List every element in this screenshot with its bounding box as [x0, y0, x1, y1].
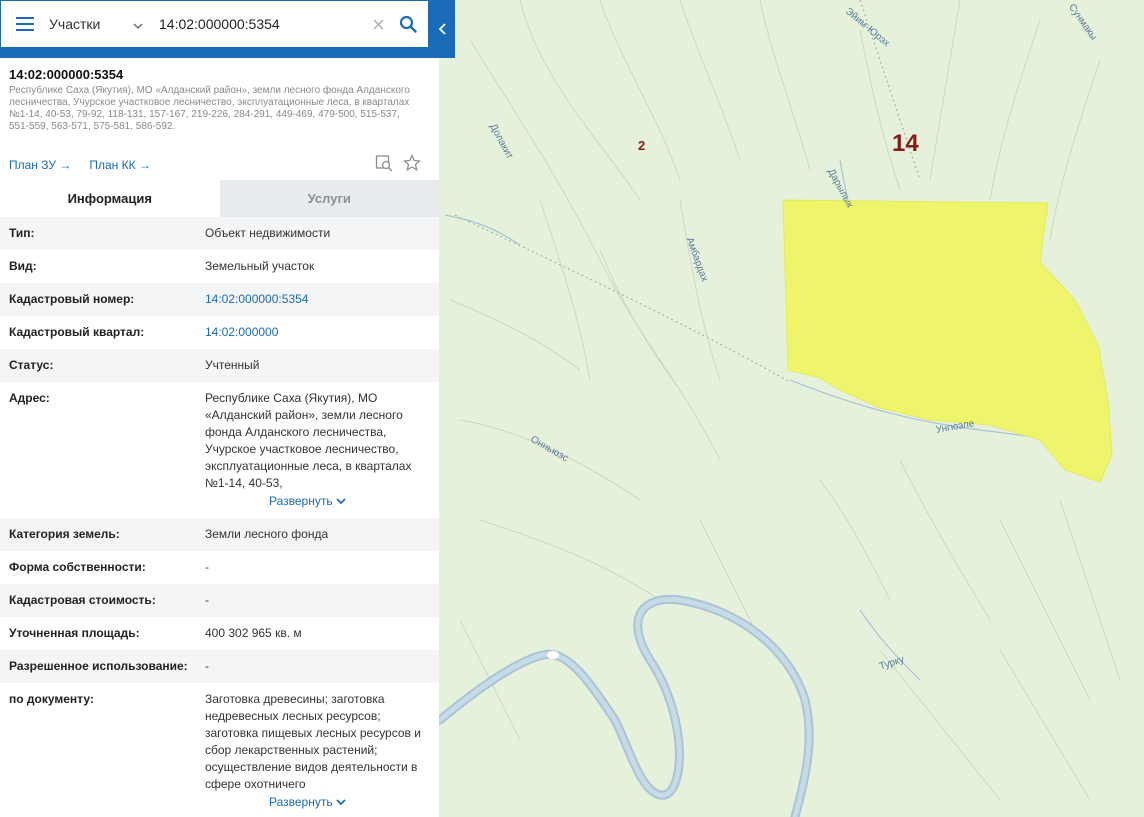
- hamburger-icon: [16, 17, 34, 31]
- row-value: Заготовка древесины; заготовка недревесн…: [205, 692, 421, 791]
- row-value: 400 302 965 кв. м: [205, 626, 302, 640]
- row-key: Форма собственности:: [9, 560, 146, 574]
- quarter-label-small: 2: [638, 138, 646, 153]
- expand-label: Развернуть: [269, 494, 333, 508]
- row-value: -: [205, 659, 209, 673]
- row-value: -: [205, 560, 209, 574]
- search-input[interactable]: [149, 9, 359, 39]
- panel-icons: [375, 153, 422, 177]
- address-value-wrap: Республике Саха (Якутия), МО «Алданский …: [205, 390, 421, 510]
- cadastral-quarter-link[interactable]: 14:02:000000: [205, 324, 421, 341]
- collapse-panel-button[interactable]: [429, 0, 455, 58]
- plan-links: План ЗУ → План КК →: [9, 158, 151, 172]
- object-title: 14:02:000000:5354: [9, 67, 124, 82]
- table-row: Кадастровая стоимость: -: [0, 584, 439, 617]
- search-button[interactable]: [388, 0, 428, 48]
- document-value-wrap: Заготовка древесины; заготовка недревесн…: [205, 691, 421, 811]
- info-panel: 14:02:000000:5354 Республике Саха (Якути…: [0, 58, 439, 817]
- row-value: Объект недвижимости: [205, 226, 331, 240]
- row-key: Статус:: [9, 358, 54, 372]
- row-key: Разрешенное использование:: [9, 659, 188, 673]
- expand-label: Развернуть: [269, 795, 333, 809]
- star-icon[interactable]: [402, 153, 422, 177]
- table-row: Тип: Объект недвижимости: [0, 217, 439, 250]
- chevron-down-icon: [336, 498, 346, 505]
- layer-select[interactable]: Участки: [49, 16, 149, 32]
- map-zoom-icon[interactable]: [375, 154, 393, 177]
- tab-services[interactable]: Услуги: [219, 180, 439, 217]
- expand-document-button[interactable]: Развернуть: [269, 794, 421, 811]
- row-value: Республике Саха (Якутия), МО «Алданский …: [205, 391, 412, 490]
- tab-bar: Информация Услуги: [0, 180, 439, 217]
- table-row: Кадастровый номер: 14:02:000000:5354: [0, 283, 439, 316]
- row-value: Земельный участок: [205, 259, 315, 273]
- river-island: [547, 651, 559, 659]
- row-key: Категория земель:: [9, 527, 120, 541]
- close-icon: [373, 19, 383, 29]
- plan-zu-link[interactable]: План ЗУ →: [9, 158, 71, 172]
- row-key: Уточненная площадь:: [9, 626, 140, 640]
- table-row: Статус: Учтенный: [0, 349, 439, 382]
- table-row: Адрес: Республике Саха (Якутия), МО «Алд…: [0, 382, 439, 518]
- table-row: Форма собственности: -: [0, 551, 439, 584]
- clear-search-button[interactable]: [368, 19, 388, 30]
- chevron-down-icon: [336, 799, 346, 806]
- table-row: Вид: Земельный участок: [0, 250, 439, 283]
- row-value: -: [205, 593, 209, 607]
- row-key: Кадастровая стоимость:: [9, 593, 156, 607]
- search-icon: [399, 15, 417, 33]
- row-key: Адрес:: [9, 391, 50, 405]
- row-key: Тип:: [9, 226, 35, 240]
- row-value: Земли лесного фонда: [205, 527, 329, 541]
- attributes-table: Тип: Объект недвижимости Вид: Земельный …: [0, 217, 439, 817]
- row-key: Кадастровый квартал:: [9, 325, 145, 339]
- layer-select-value: Участки: [49, 16, 101, 32]
- table-row: Категория земель: Земли лесного фонда: [0, 518, 439, 551]
- tab-information[interactable]: Информация: [0, 180, 220, 217]
- chevron-left-icon: [438, 23, 446, 35]
- row-value: Учтенный: [205, 358, 260, 372]
- header-strip: [0, 48, 455, 58]
- plan-kk-link[interactable]: План КК →: [89, 158, 151, 172]
- search-bar: Участки: [0, 0, 429, 48]
- row-key: Вид:: [9, 259, 37, 273]
- cadastral-number-link[interactable]: 14:02:000000:5354: [205, 291, 421, 308]
- table-row: Кадастровый квартал: 14:02:000000: [0, 316, 439, 349]
- row-key: Кадастровый номер:: [9, 292, 135, 306]
- object-description: Республике Саха (Якутия), МО «Алданский …: [9, 85, 410, 132]
- table-row: Уточненная площадь: 400 302 965 кв. м: [0, 617, 439, 650]
- quarter-label-big: 14: [892, 130, 919, 157]
- chevron-down-icon: [133, 16, 143, 32]
- menu-button[interactable]: [1, 0, 49, 48]
- row-key: по документу:: [9, 692, 94, 706]
- table-row: по документу: Заготовка древесины; загот…: [0, 683, 439, 817]
- expand-address-button[interactable]: Развернуть: [269, 493, 421, 510]
- table-row: Разрешенное использование: -: [0, 650, 439, 683]
